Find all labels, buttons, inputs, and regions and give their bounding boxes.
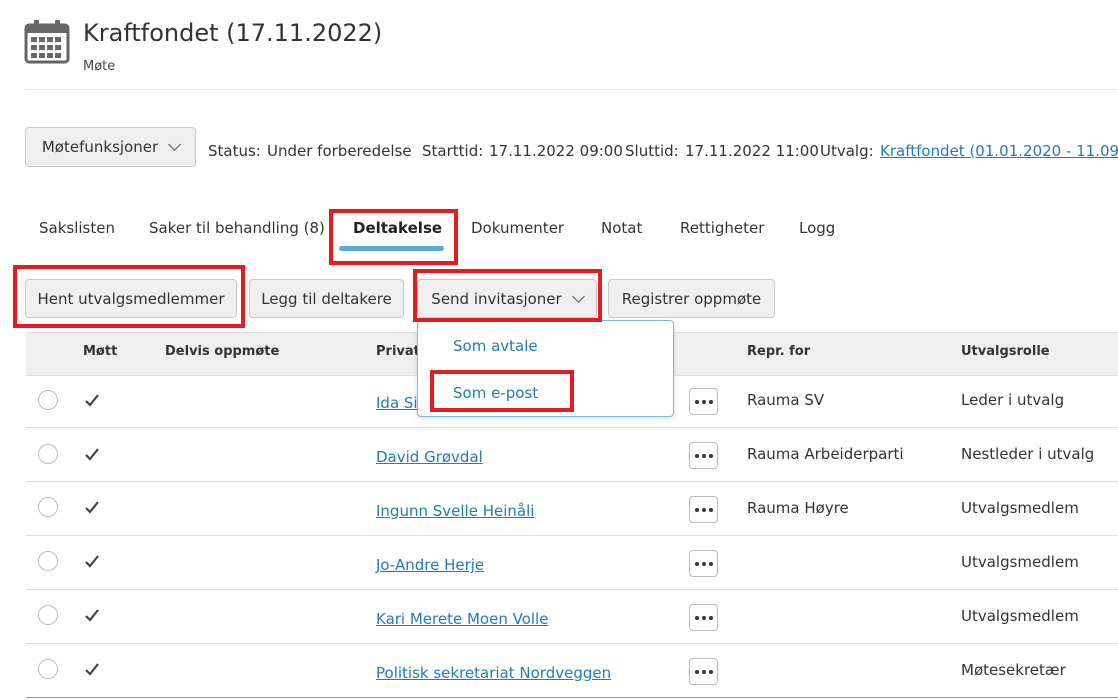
table-bottom-border xyxy=(26,697,1118,698)
active-tab-indicator xyxy=(339,246,444,251)
row-select-checkbox[interactable] xyxy=(38,390,58,410)
table-row xyxy=(26,590,1118,644)
role-cell: Utvalgsmedlem xyxy=(961,553,1079,571)
tab-dokumenter[interactable]: Dokumenter xyxy=(471,219,564,237)
committee-link[interactable]: Kraftfondet (01.01.2020 - 11.09.2 xyxy=(880,142,1118,160)
fetch-members-button[interactable]: Hent utvalgsmedlemmer xyxy=(25,279,237,318)
checkmark-icon xyxy=(85,555,99,568)
send-invitations-button[interactable]: Send invitasjoner xyxy=(417,279,597,318)
role-cell: Utvalgsmedlem xyxy=(961,499,1079,517)
add-participants-button[interactable]: Legg til deltakere xyxy=(249,279,404,318)
role-cell: Leder i utvalg xyxy=(961,391,1065,409)
end-time-label: Sluttid: xyxy=(625,142,679,160)
column-header-represents: Repr. for xyxy=(747,344,811,359)
row-select-checkbox[interactable] xyxy=(38,497,58,517)
menu-item-as-email[interactable]: Som e-post xyxy=(453,384,538,402)
tab-notat[interactable]: Notat xyxy=(601,219,642,237)
column-header-private: Privat xyxy=(376,344,420,359)
start-time-value: 17.11.2022 09:00 xyxy=(489,142,623,160)
row-select-checkbox[interactable] xyxy=(38,444,58,464)
table-row xyxy=(26,428,1118,482)
page-title: Kraftfondet (17.11.2022) xyxy=(83,19,383,47)
participant-link[interactable]: Ida Si xyxy=(376,394,418,412)
meeting-functions-dropdown[interactable]: Møtefunksjoner xyxy=(25,127,196,167)
page-subtitle: Møte xyxy=(83,59,116,74)
meeting-functions-label: Møtefunksjoner xyxy=(41,138,159,156)
checkmark-icon xyxy=(85,448,99,461)
table-row xyxy=(26,536,1118,590)
represents-cell: Rauma Arbeiderparti xyxy=(747,445,904,463)
participant-link[interactable]: Ingunn Svelle Heinåli xyxy=(376,502,534,520)
more-options-button[interactable] xyxy=(689,442,718,469)
column-header-attended: Møtt xyxy=(83,344,118,359)
participant-link[interactable]: Politisk sekretariat Nordveggen xyxy=(376,664,611,682)
calendar-icon xyxy=(24,20,70,64)
send-invitations-menu xyxy=(417,320,674,417)
highlight-box xyxy=(329,209,458,265)
row-select-checkbox[interactable] xyxy=(38,605,58,625)
more-options-button[interactable] xyxy=(689,658,718,685)
fetch-members-label: Hent utvalgsmedlemmer xyxy=(37,289,225,308)
participant-link[interactable]: Jo-Andre Herje xyxy=(376,556,484,574)
more-options-button[interactable] xyxy=(689,604,718,631)
chevron-down-icon xyxy=(571,289,585,303)
register-attendance-label: Registrer oppmøte xyxy=(621,289,762,308)
checkmark-icon xyxy=(85,663,99,676)
column-header-role: Utvalgsrolle xyxy=(961,344,1050,359)
committee-label: Utvalg: xyxy=(820,142,874,160)
start-time-label: Starttid: xyxy=(422,142,484,160)
role-cell: Utvalgsmedlem xyxy=(961,607,1079,625)
more-options-button[interactable] xyxy=(689,496,718,523)
participant-link[interactable]: Kari Merete Moen Volle xyxy=(376,610,548,628)
header-divider xyxy=(26,89,1118,90)
row-select-checkbox[interactable] xyxy=(38,551,58,571)
table-row xyxy=(26,482,1118,536)
represents-cell: Rauma Høyre xyxy=(747,499,849,517)
row-select-checkbox[interactable] xyxy=(38,659,58,679)
column-header-partial: Delvis oppmøte xyxy=(165,344,280,359)
more-options-button[interactable] xyxy=(689,550,718,577)
checkmark-icon xyxy=(85,609,99,622)
checkmark-icon xyxy=(85,501,99,514)
checkmark-icon xyxy=(85,394,99,407)
tab-logg[interactable]: Logg xyxy=(799,219,835,237)
participant-link[interactable]: David Grøvdal xyxy=(376,448,483,466)
represents-cell: Rauma SV xyxy=(747,391,825,409)
menu-item-as-appointment[interactable]: Som avtale xyxy=(453,337,538,355)
tab-rettigheter[interactable]: Rettigheter xyxy=(680,219,764,237)
tab-sakslisten[interactable]: Sakslisten xyxy=(39,219,115,237)
tab-deltakelse[interactable]: Deltakelse xyxy=(353,219,442,237)
role-cell: Møtesekretær xyxy=(961,661,1066,679)
tab-saker-til-behandling[interactable]: Saker til behandling (8) xyxy=(149,219,325,237)
more-options-button[interactable] xyxy=(689,388,718,415)
add-participants-label: Legg til deltakere xyxy=(261,289,392,308)
register-attendance-button[interactable]: Registrer oppmøte xyxy=(608,279,775,318)
send-invitations-label: Send invitasjoner xyxy=(431,289,562,308)
end-time-value: 17.11.2022 11:00 xyxy=(685,142,819,160)
status-label: Status: xyxy=(208,142,261,160)
status-value: Under forberedelse xyxy=(267,142,412,160)
role-cell: Nestleder i utvalg xyxy=(961,445,1095,463)
chevron-down-icon xyxy=(168,138,182,151)
